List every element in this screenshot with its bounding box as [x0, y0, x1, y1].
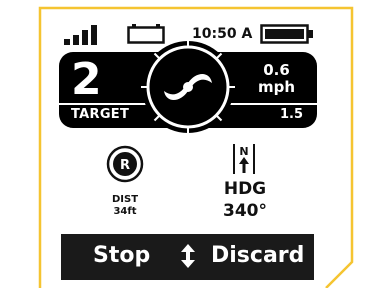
stop-button[interactable]: Stop	[93, 243, 150, 268]
target-value: 1.5	[279, 107, 303, 122]
target-number: 2	[71, 54, 102, 105]
record-distance-icon: R	[106, 145, 144, 183]
heading-label: HDG	[223, 179, 267, 199]
north-heading-icon: N	[233, 144, 255, 174]
distance-value: 34ft	[113, 206, 137, 217]
speed-value: 0.6	[263, 61, 290, 79]
up-down-arrow-icon[interactable]	[181, 244, 195, 268]
battery-icon	[260, 24, 313, 44]
speed-unit: mph	[257, 78, 295, 96]
target-label: TARGET	[71, 107, 130, 122]
heading-icon-letter: N	[239, 145, 248, 158]
compass-gauge	[141, 40, 235, 134]
heading-readout: HDG 340°	[212, 178, 278, 222]
heading-value: 340°	[223, 201, 267, 221]
discard-button[interactable]: Discard	[211, 243, 304, 268]
signal-strength-icon	[64, 25, 97, 45]
softkey-bar: Stop Discard	[61, 234, 314, 280]
distance-icon-letter: R	[120, 158, 130, 173]
distance-label: DIST	[111, 194, 139, 205]
distance-readout: DIST 34ft	[100, 194, 150, 218]
speed-readout: 0.6 mph	[258, 62, 295, 96]
